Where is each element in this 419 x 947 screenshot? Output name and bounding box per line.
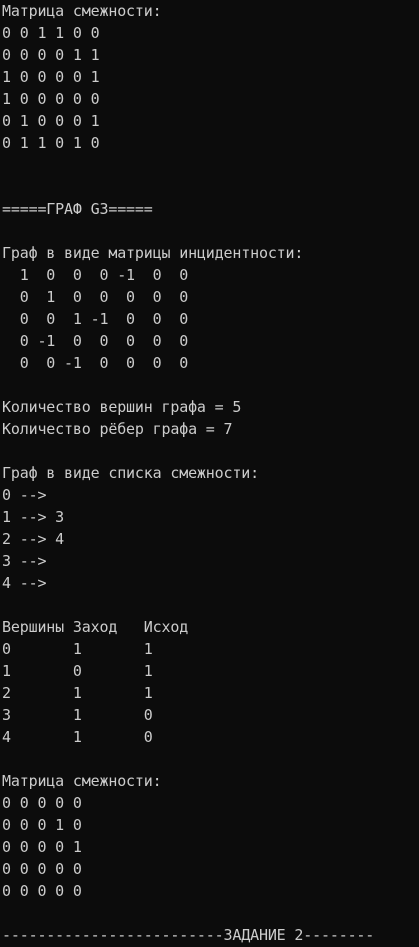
console-line: 1 0 0 0 0 1 [2,68,100,86]
console-output: Матрица смежности: 0 0 1 1 0 0 0 0 0 0 1… [2,0,419,947]
console-line: =====ГРАФ G3===== [2,200,153,218]
console-line: 0 1 1 0 1 0 [2,134,100,152]
console-line: 3 --> [2,552,47,570]
console-line: Граф в виде матрицы инцидентности: [2,244,304,262]
console-line: 4 --> [2,574,47,592]
console-line: 0 1 0 0 0 0 0 [2,288,189,306]
console-line: 0 0 0 0 0 [2,860,82,878]
console-line: Граф в виде списка смежности: [2,464,259,482]
console-line: Количество вершин графа = 5 [2,398,242,416]
console-line: Матрица смежности: [2,2,162,20]
console-line: 0 0 0 0 0 [2,794,82,812]
console-line: 0 0 1 -1 0 0 0 [2,310,189,328]
console-line: 0 0 0 1 0 [2,816,82,834]
console-line: 1 --> 3 [2,508,65,526]
console-line: 0 --> [2,486,47,504]
console-line: 0 1 1 [2,640,153,658]
console-line: 1 0 1 [2,662,153,680]
console-line: 0 0 0 0 1 [2,838,82,856]
console-line: 0 0 1 1 0 0 [2,24,100,42]
console-line: 1 0 0 0 0 0 [2,90,100,108]
console-line: Матрица смежности: [2,772,162,790]
console-line: Количество рёбер графа = 7 [2,420,233,438]
console-line: 0 0 0 0 1 1 [2,46,100,64]
console-line: 3 1 0 [2,706,153,724]
console-line: 1 0 0 0 -1 0 0 [2,266,189,284]
console-line: 2 --> 4 [2,530,65,548]
console-line: 0 0 0 0 0 [2,882,82,900]
console-line: 0 -1 0 0 0 0 0 [2,332,189,350]
console-line: 4 1 0 [2,728,153,746]
console-line: 0 0 -1 0 0 0 0 [2,354,189,372]
console-line: -------------------------ЗАДАНИЕ 2------… [2,926,375,944]
console-line: 0 1 0 0 0 1 [2,112,100,130]
console-line: Вершины Заход Исход [2,618,189,636]
console-line: 2 1 1 [2,684,153,702]
